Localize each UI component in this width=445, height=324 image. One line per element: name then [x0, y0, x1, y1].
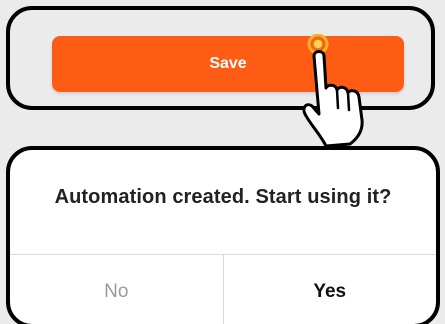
no-button-label: No: [104, 280, 129, 302]
dialog-button-row: No Yes: [10, 255, 436, 324]
yes-button[interactable]: Yes: [224, 255, 437, 324]
save-button-label: Save: [209, 55, 247, 72]
screen: Save Automation created. Start using it?…: [0, 0, 445, 324]
no-button[interactable]: No: [10, 255, 224, 324]
hand-pointer-icon: [302, 34, 364, 148]
yes-button-label: Yes: [313, 280, 347, 302]
confirmation-dialog: Automation created. Start using it? No Y…: [6, 146, 440, 324]
dialog-message: Automation created. Start using it?: [54, 186, 392, 208]
